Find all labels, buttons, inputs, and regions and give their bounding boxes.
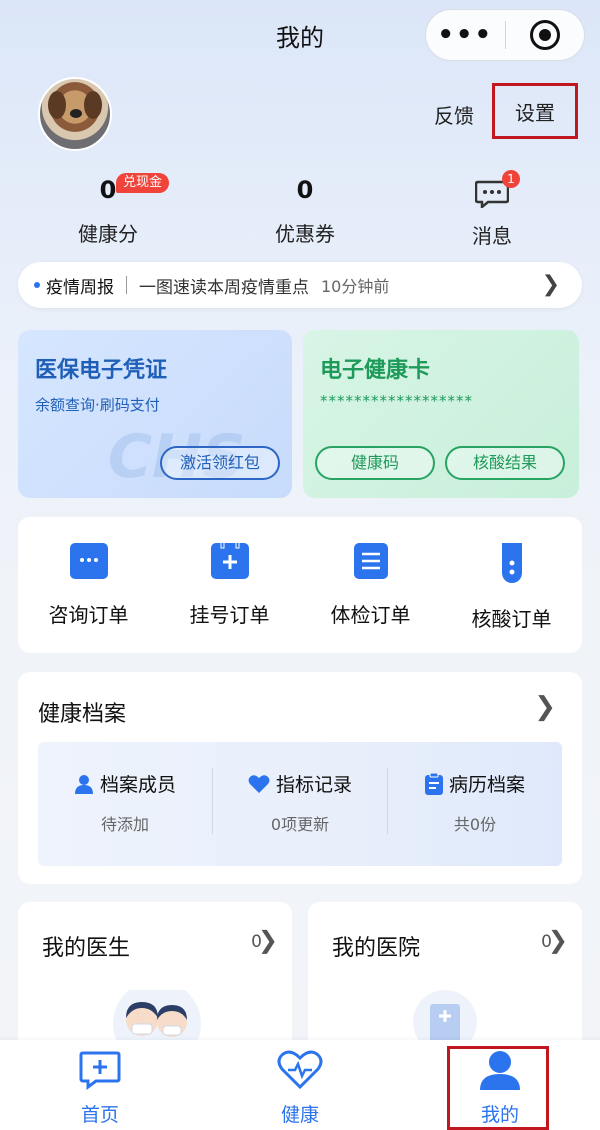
avatar[interactable] — [38, 77, 112, 151]
archive-indicators[interactable]: 指标记录 0项更新 — [213, 770, 387, 835]
health-card[interactable]: 电子健康卡 ****************** 健康码 核酸结果 — [303, 330, 579, 498]
my-hospital-title: 我的医院 — [332, 936, 421, 961]
calendar-plus-icon — [210, 539, 249, 579]
epidemic-time: 10分钟前 — [321, 277, 390, 296]
epidemic-report-bar[interactable]: 疫情周报 一图速读本周疫情重点 10分钟前 ❯ — [18, 262, 582, 308]
archive-indicators-label: 指标记录 — [275, 774, 352, 796]
tab-home[interactable]: 首页 — [40, 1050, 160, 1127]
registration-orders-label: 挂号订单 — [189, 603, 270, 627]
more-dots-icon: ••• — [437, 20, 494, 50]
heart-pulse-icon — [277, 1050, 323, 1090]
hospital-icon — [413, 990, 477, 1048]
nucleic-orders[interactable]: 核酸订单 — [441, 543, 582, 632]
chat-icon — [69, 543, 108, 579]
bullet-dot — [34, 282, 40, 288]
heart-icon — [248, 774, 270, 793]
archive-members-value: 待添加 — [100, 815, 149, 834]
test-tube-icon — [499, 543, 524, 583]
tab-health[interactable]: 健康 — [240, 1050, 360, 1127]
mini-program-capsule: ••• — [425, 9, 585, 61]
activate-redpacket-button[interactable]: 激活领红包 — [160, 446, 280, 480]
feedback-link[interactable]: 反馈 — [434, 100, 474, 129]
health-code-button[interactable]: 健康码 — [315, 446, 435, 480]
message-label[interactable]: 消息 — [452, 220, 532, 249]
insurance-sub: 余额查询·刷码支付 — [35, 396, 160, 414]
checkup-orders[interactable]: 体检订单 — [300, 543, 441, 628]
my-doctor-title: 我的医生 — [42, 936, 131, 961]
archive-items: 档案成员 待添加 指标记录 0项更新 病历档案 共0份 — [38, 742, 562, 866]
coupons-label: 优惠券 — [275, 222, 335, 246]
tab-health-label: 健康 — [280, 1104, 319, 1126]
archive-indicators-value: 0项更新 — [270, 815, 330, 834]
cash-badge: 兑现金 — [116, 173, 170, 193]
archive-members-label: 档案成员 — [99, 774, 176, 796]
archive-records-label: 病历档案 — [448, 774, 525, 796]
chevron-right-icon: ❯ — [541, 272, 560, 297]
checkup-orders-label: 体检订单 — [330, 603, 411, 627]
coupons[interactable]: 0 优惠券 — [235, 176, 375, 247]
chat-plus-icon — [79, 1051, 121, 1090]
epidemic-title: 疫情周报 — [46, 277, 114, 298]
close-button[interactable] — [506, 10, 585, 60]
person-icon — [74, 774, 93, 794]
chevron-right-icon: ❯ — [257, 926, 278, 954]
health-card-number: ****************** — [320, 392, 473, 410]
insurance-card[interactable]: CHS 医保电子凭证 余额查询·刷码支付 激活领红包 — [18, 330, 292, 498]
registration-orders[interactable]: 挂号订单 — [159, 539, 300, 628]
clipboard-icon — [424, 772, 443, 795]
chevron-right-icon: ❯ — [547, 926, 568, 954]
document-list-icon — [353, 543, 388, 579]
consult-orders-label: 咨询订单 — [48, 603, 129, 627]
archive-records-value: 共0份 — [453, 815, 497, 834]
settings-label: 设置 — [515, 100, 555, 125]
archive-title[interactable]: 健康档案 — [38, 696, 126, 728]
nucleic-orders-label: 核酸订单 — [471, 607, 552, 631]
health-card-title: 电子健康卡 — [320, 358, 431, 383]
nucleic-result-button[interactable]: 核酸结果 — [445, 446, 565, 480]
health-archive-panel: 健康档案 ❯ 档案成员 待添加 指标记录 0项更新 病历档案 共0份 — [18, 672, 582, 884]
archive-members[interactable]: 档案成员 待添加 — [38, 770, 212, 835]
consult-orders[interactable]: 咨询订单 — [18, 543, 159, 628]
health-points-label: 健康分 — [78, 222, 138, 246]
coupons-value: 0 — [296, 176, 314, 204]
archive-records[interactable]: 病历档案 共0份 — [388, 770, 562, 835]
my-hospital-card[interactable]: 我的医院 0 ❯ — [308, 902, 582, 1062]
orders-panel: 咨询订单 挂号订单 体检订单 核酸订单 — [18, 517, 582, 653]
settings-link[interactable]: 设置 — [492, 83, 578, 139]
more-button[interactable]: ••• — [426, 10, 505, 60]
message-badge: 1 — [502, 170, 520, 188]
target-icon — [529, 20, 560, 50]
tab-me-highlight — [447, 1046, 549, 1130]
insurance-title: 医保电子凭证 — [35, 358, 168, 383]
chevron-right-icon[interactable]: ❯ — [534, 692, 556, 722]
divider — [126, 276, 127, 294]
tab-home-label: 首页 — [80, 1104, 119, 1126]
epidemic-text: 一图速读本周疫情重点 — [139, 277, 309, 298]
my-doctor-card[interactable]: 我的医生 0 ❯ — [18, 902, 292, 1062]
